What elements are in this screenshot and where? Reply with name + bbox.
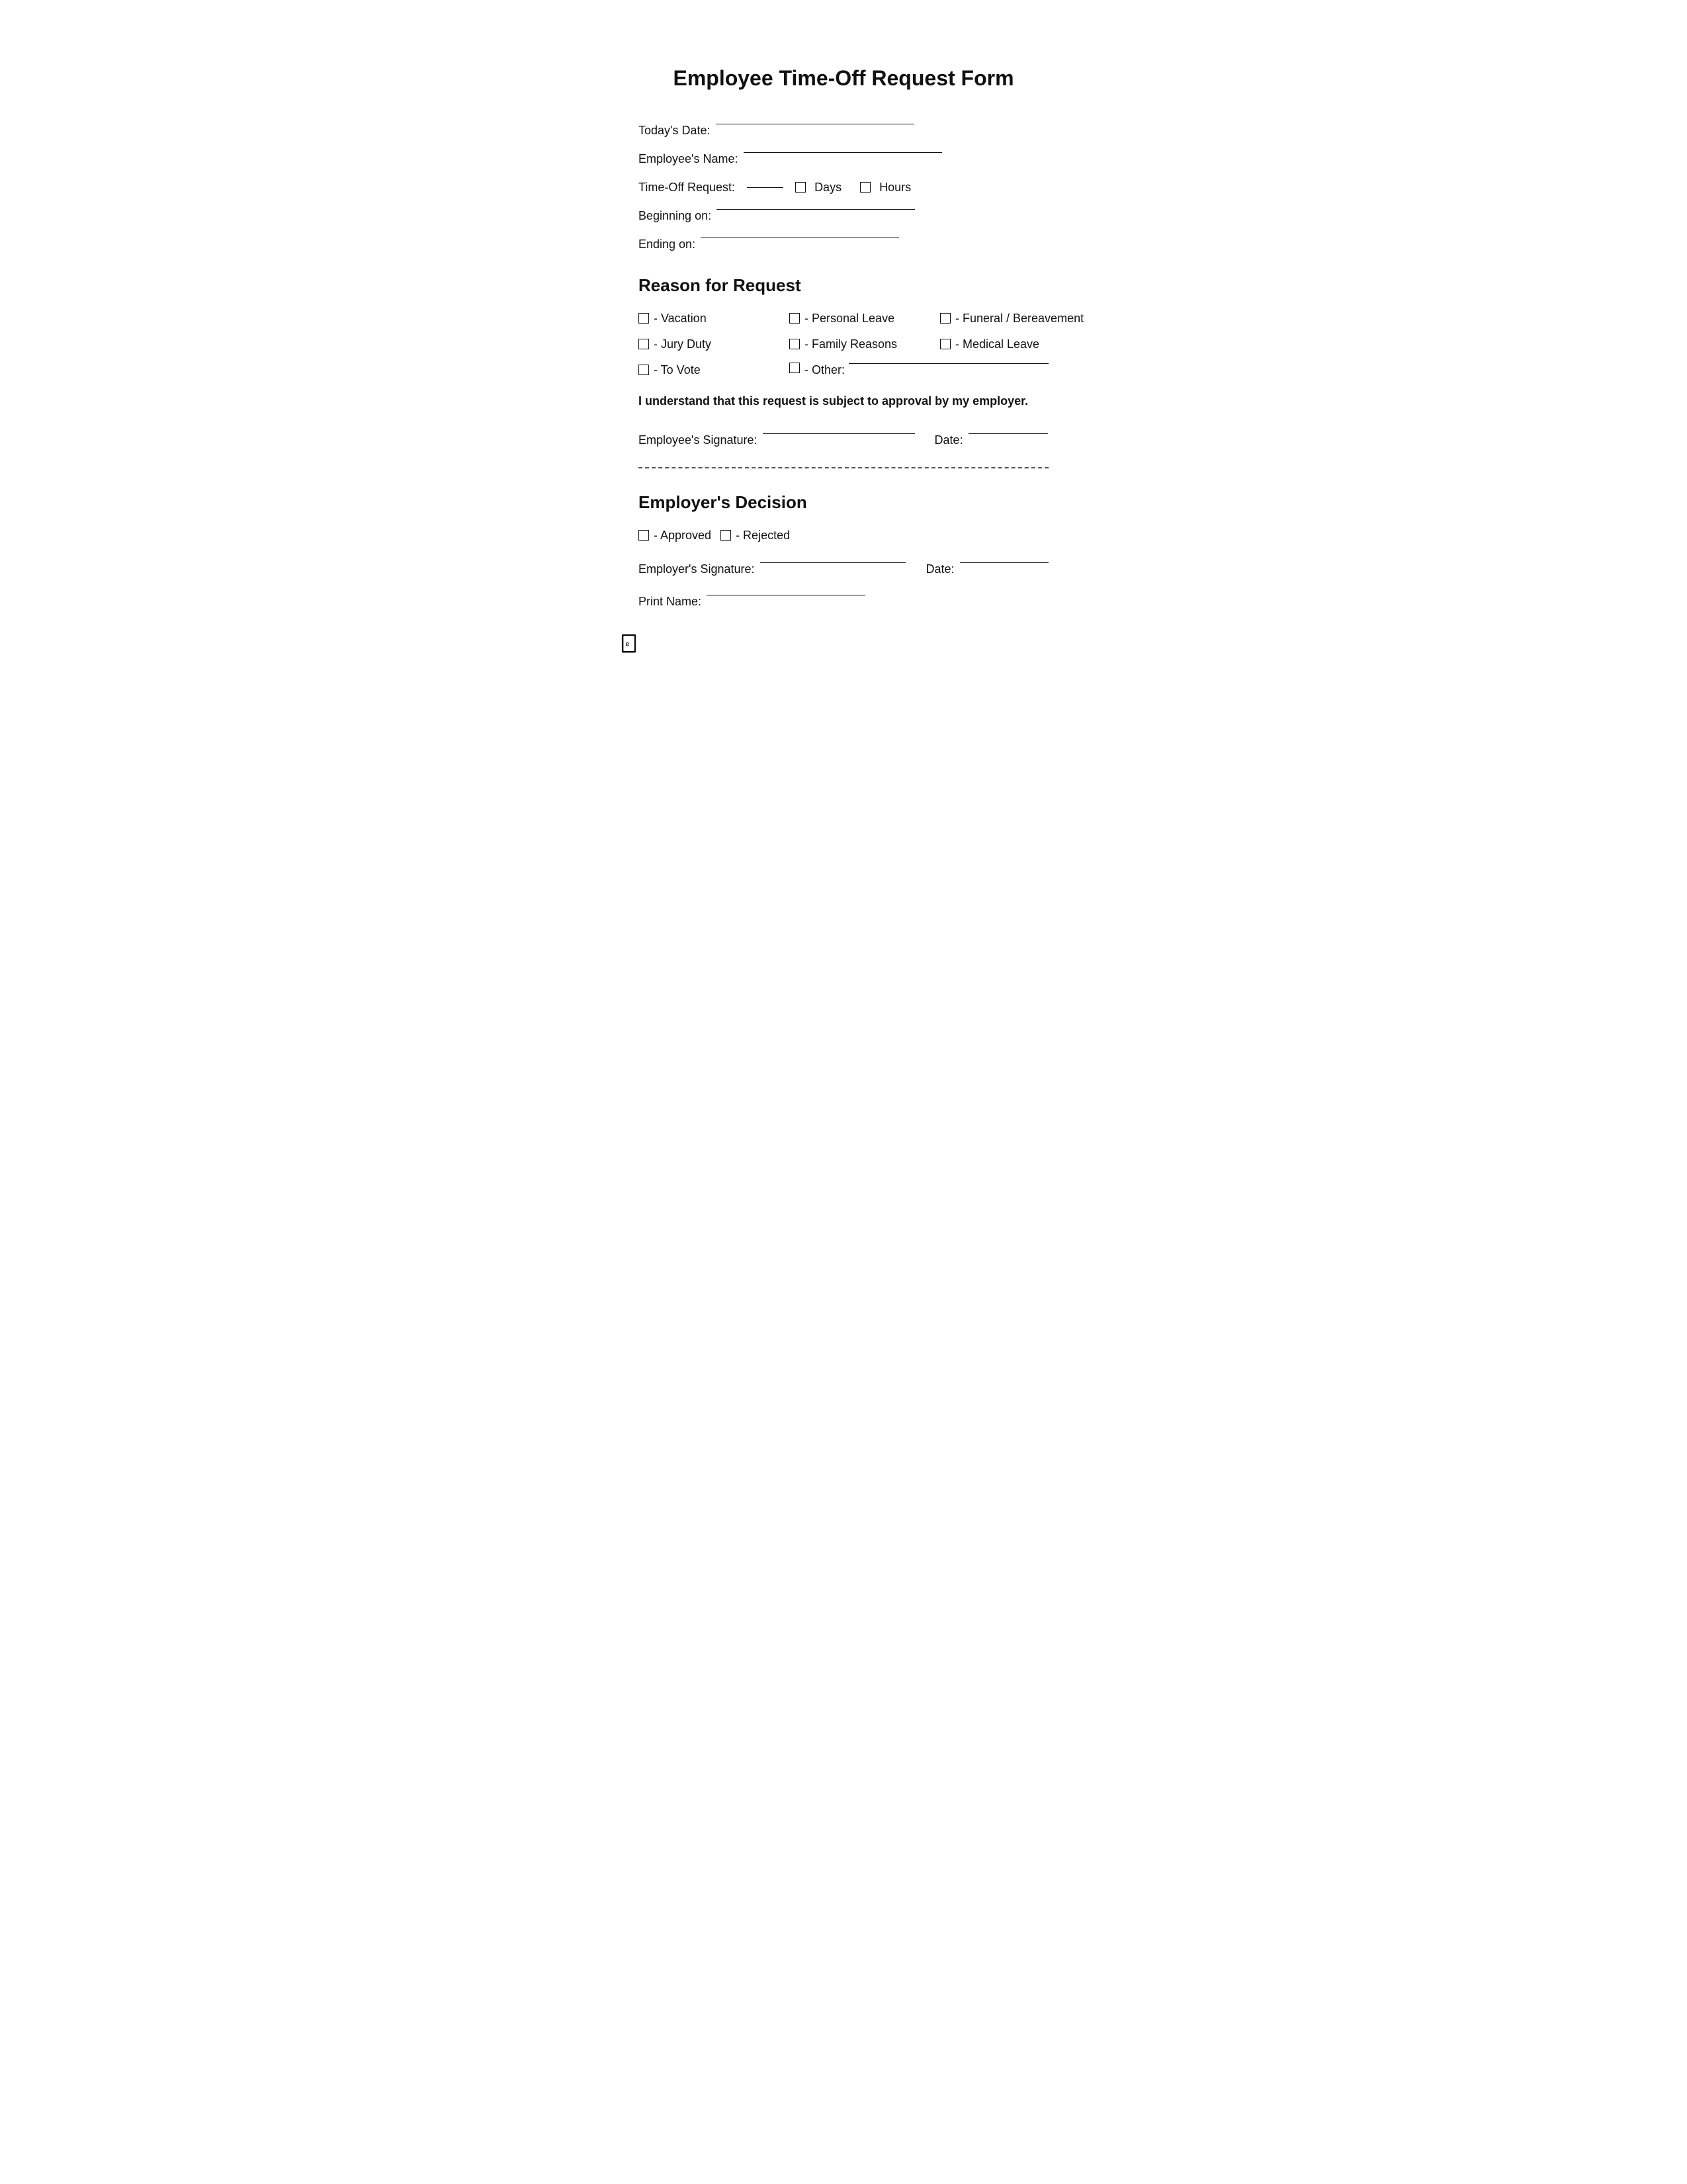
form-page: Employee Time-Off Request Form Today's D… [585, 26, 1102, 680]
ending-on-label: Ending on: [638, 238, 695, 251]
employer-signature-row: Employer's Signature: Date: [638, 562, 1049, 576]
personal-leave-checkbox[interactable] [789, 313, 800, 324]
employer-date-label: Date: [926, 562, 954, 576]
personal-leave-option: - Personal Leave [789, 312, 922, 326]
vacation-option: - Vacation [638, 312, 771, 326]
hours-label: Hours [879, 181, 911, 195]
vacation-label: - Vacation [654, 312, 707, 326]
svg-text:e: e [626, 641, 630, 648]
timeoff-request-row: Time-Off Request: Days Hours [638, 181, 1049, 195]
employee-sig-input[interactable] [763, 433, 915, 434]
reason-row-1: - Vacation - Personal Leave - Funeral / … [638, 312, 1049, 326]
reason-row-3: - To Vote - Other: [638, 363, 1049, 377]
medical-leave-label: - Medical Leave [955, 337, 1039, 351]
beginning-on-input[interactable] [716, 209, 915, 210]
todays-date-row: Today's Date: [638, 124, 1049, 138]
funeral-option: - Funeral / Bereavement [940, 312, 1105, 326]
family-reasons-option: - Family Reasons [789, 337, 922, 351]
employee-sig-label: Employee's Signature: [638, 433, 757, 447]
days-checkbox[interactable] [795, 182, 806, 193]
disclaimer-text: I understand that this request is subjec… [638, 393, 1049, 410]
employees-name-row: Employee's Name: [638, 152, 1049, 166]
reason-row-2: - Jury Duty - Family Reasons - Medical L… [638, 337, 1049, 351]
days-label: Days [814, 181, 842, 195]
print-name-label: Print Name: [638, 595, 701, 609]
form-title: Employee Time-Off Request Form [638, 66, 1049, 91]
beginning-on-row: Beginning on: [638, 209, 1049, 223]
funeral-checkbox[interactable] [940, 313, 951, 324]
to-vote-option: - To Vote [638, 363, 771, 377]
funeral-label: - Funeral / Bereavement [955, 312, 1084, 326]
employer-sig-label: Employer's Signature: [638, 562, 755, 576]
print-name-row: Print Name: [638, 595, 1049, 609]
family-reasons-checkbox[interactable] [789, 339, 800, 349]
employee-signature-row: Employee's Signature: Date: [638, 433, 1049, 447]
approved-label: - Approved [654, 529, 711, 543]
other-checkbox[interactable] [789, 363, 800, 373]
employees-name-input[interactable] [744, 152, 942, 153]
employer-date-input[interactable] [960, 562, 1049, 563]
employer-section-title: Employer's Decision [638, 492, 1049, 513]
jury-duty-checkbox[interactable] [638, 339, 649, 349]
footer-icon-area: e [619, 633, 642, 660]
employer-sig-input[interactable] [760, 562, 906, 563]
ending-on-row: Ending on: [638, 238, 1049, 251]
to-vote-checkbox[interactable] [638, 365, 649, 375]
other-input[interactable] [849, 363, 1049, 364]
jury-duty-option: - Jury Duty [638, 337, 771, 351]
decision-row: - Approved - Rejected [638, 529, 1049, 543]
other-option: - Other: [789, 363, 1049, 377]
timeoff-amount-input[interactable] [747, 187, 783, 188]
personal-leave-label: - Personal Leave [804, 312, 894, 326]
medical-leave-option: - Medical Leave [940, 337, 1105, 351]
hours-checkbox[interactable] [860, 182, 871, 193]
document-icon: e [619, 633, 642, 657]
to-vote-label: - To Vote [654, 363, 701, 377]
family-reasons-label: - Family Reasons [804, 337, 897, 351]
section-divider [638, 467, 1049, 468]
approved-checkbox[interactable] [638, 530, 649, 541]
employees-name-label: Employee's Name: [638, 152, 738, 166]
rejected-checkbox[interactable] [720, 530, 731, 541]
timeoff-request-label: Time-Off Request: [638, 181, 735, 195]
todays-date-label: Today's Date: [638, 124, 711, 138]
rejected-label: - Rejected [736, 529, 790, 543]
jury-duty-label: - Jury Duty [654, 337, 711, 351]
reason-section-title: Reason for Request [638, 275, 1049, 296]
beginning-on-label: Beginning on: [638, 209, 711, 223]
medical-leave-checkbox[interactable] [940, 339, 951, 349]
employee-date-label: Date: [935, 433, 963, 447]
employee-date-input[interactable] [969, 433, 1048, 434]
other-label: - Other: [804, 363, 845, 377]
vacation-checkbox[interactable] [638, 313, 649, 324]
